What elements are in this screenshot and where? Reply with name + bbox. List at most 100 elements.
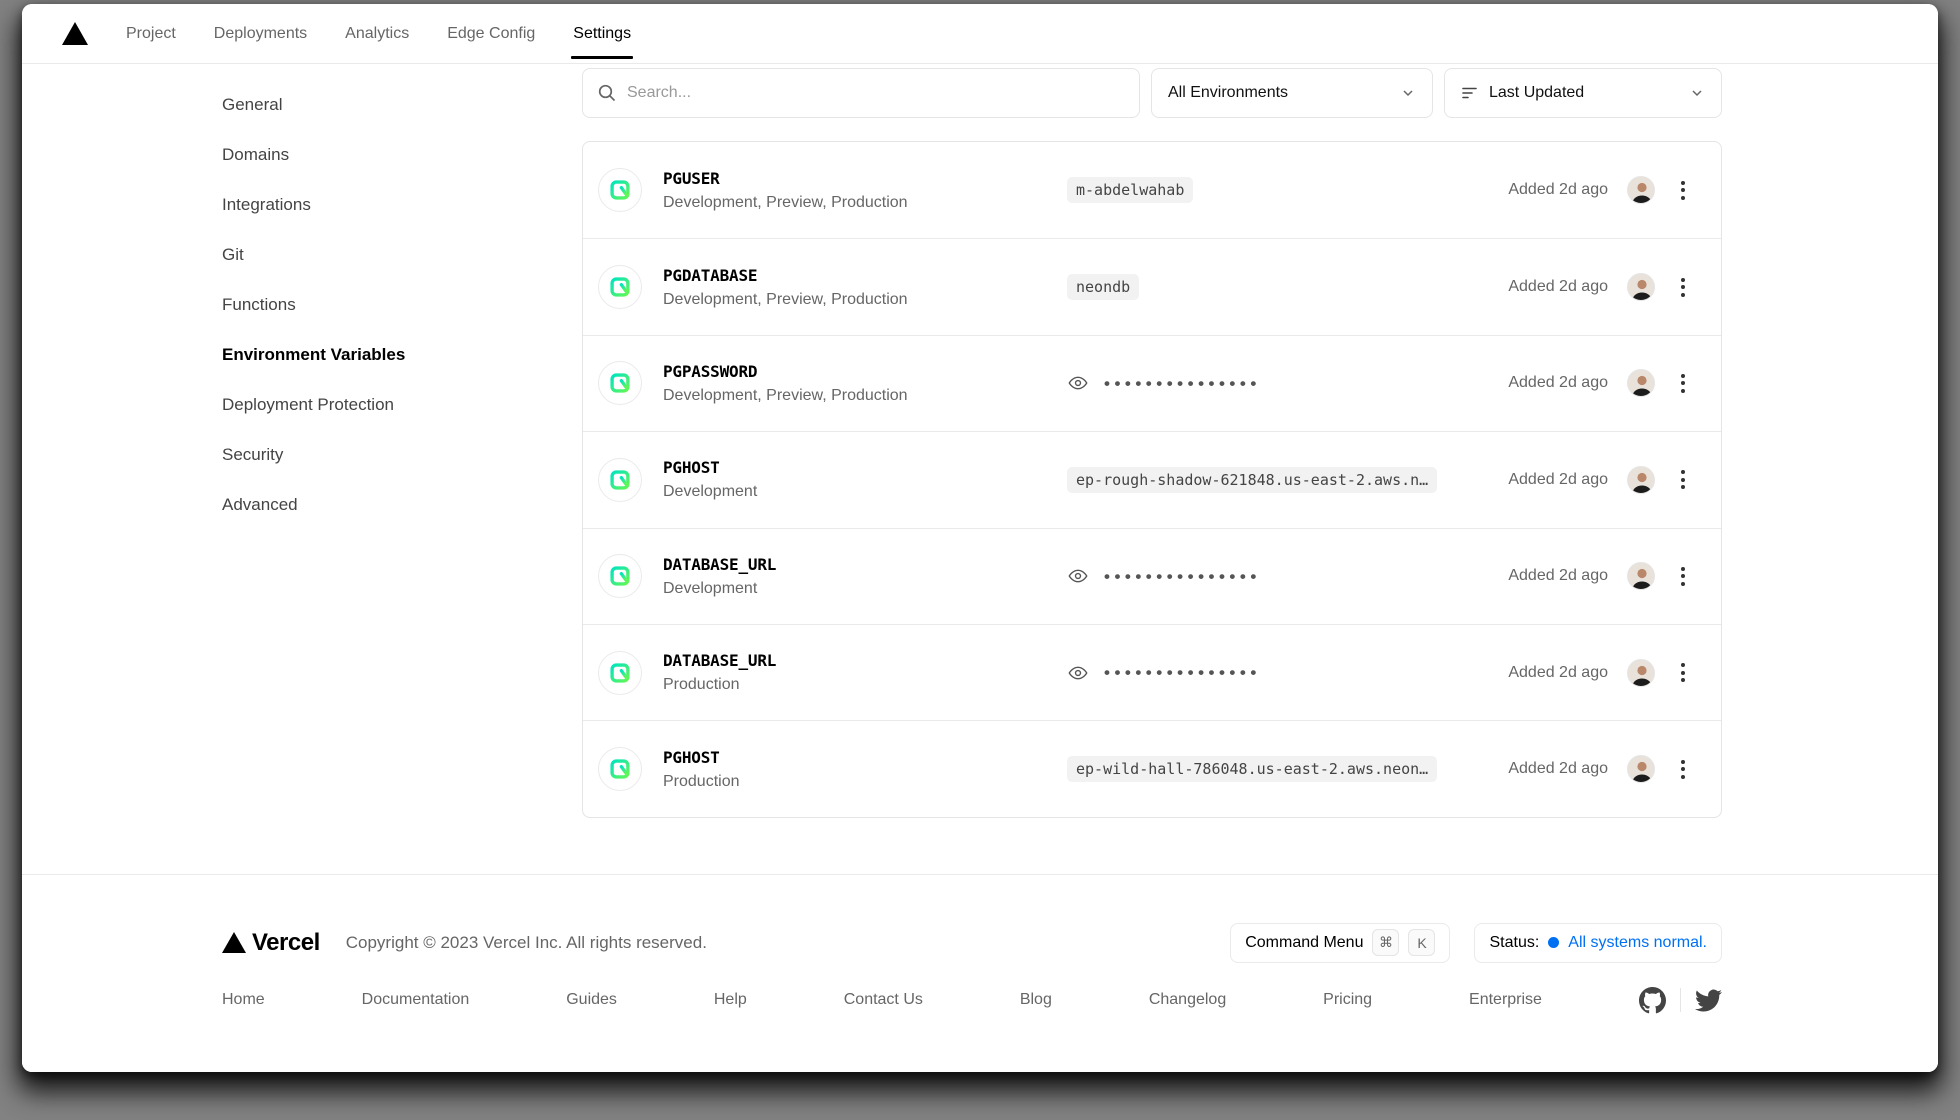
- eye-icon[interactable]: [1067, 565, 1089, 587]
- avatar: [1627, 659, 1655, 687]
- sidebar-item-security[interactable]: Security: [222, 430, 582, 480]
- status-dot-icon: [1548, 937, 1559, 948]
- footer-link-documentation[interactable]: Documentation: [362, 991, 470, 1009]
- status-widget[interactable]: Status: All systems normal.: [1474, 923, 1722, 963]
- sidebar-item-environment-variables[interactable]: Environment Variables: [222, 330, 582, 380]
- k-key: K: [1408, 929, 1435, 956]
- env-var-environments: Development, Preview, Production: [663, 291, 1067, 309]
- status-value: All systems normal.: [1568, 934, 1707, 952]
- command-menu-button[interactable]: Command Menu ⌘ K: [1230, 923, 1450, 963]
- table-row: PGHOST Development ep-rough-shadow-62184…: [583, 431, 1721, 527]
- tab-settings[interactable]: Settings: [573, 4, 631, 63]
- tab-analytics[interactable]: Analytics: [345, 4, 409, 63]
- table-row: PGDATABASE Development, Preview, Product…: [583, 238, 1721, 334]
- eye-icon[interactable]: [1067, 372, 1089, 394]
- social-divider: [1680, 988, 1681, 1012]
- env-var-environments: Development: [663, 580, 1067, 598]
- sidebar-item-integrations[interactable]: Integrations: [222, 180, 582, 230]
- env-var-name: DATABASE_URL: [663, 651, 1067, 670]
- kebab-menu-icon[interactable]: [1673, 176, 1693, 204]
- vercel-wordmark: Vercel: [252, 929, 320, 957]
- env-var-value-chip: neondb: [1067, 274, 1139, 300]
- avatar: [1627, 369, 1655, 397]
- footer-link-guides[interactable]: Guides: [566, 991, 617, 1009]
- footer-link-blog[interactable]: Blog: [1020, 991, 1052, 1009]
- neon-integration-icon: [598, 361, 642, 405]
- added-timestamp: Added 2d ago: [1508, 664, 1608, 682]
- env-var-value-chip: ep-rough-shadow-621848.us-east-2.aws.n…: [1067, 467, 1437, 493]
- twitter-icon[interactable]: [1695, 987, 1722, 1014]
- top-navigation: Project Deployments Analytics Edge Confi…: [22, 4, 1938, 64]
- added-timestamp: Added 2d ago: [1508, 278, 1608, 296]
- added-timestamp: Added 2d ago: [1508, 471, 1608, 489]
- chevron-down-icon: [1400, 85, 1416, 101]
- footer-links: Home Documentation Guides Help Contact U…: [222, 987, 1722, 1072]
- hidden-value-dots: •••••••••••••••: [1104, 664, 1261, 681]
- command-key: ⌘: [1372, 929, 1399, 956]
- chevron-down-icon: [1689, 85, 1705, 101]
- search-input[interactable]: [627, 84, 1125, 102]
- footer-link-enterprise[interactable]: Enterprise: [1469, 991, 1542, 1009]
- sidebar-item-domains[interactable]: Domains: [222, 130, 582, 180]
- env-var-name: PGDATABASE: [663, 266, 1067, 285]
- table-row: DATABASE_URL Development •••••••••••••••: [583, 528, 1721, 624]
- copyright-text: Copyright © 2023 Vercel Inc. All rights …: [346, 933, 707, 953]
- avatar: [1627, 755, 1655, 783]
- env-var-value-chip: ep-wild-hall-786048.us-east-2.aws.neon…: [1067, 756, 1437, 782]
- sidebar-item-deployment-protection[interactable]: Deployment Protection: [222, 380, 582, 430]
- sort-dropdown[interactable]: Last Updated: [1444, 68, 1722, 118]
- environments-filter-dropdown[interactable]: All Environments: [1151, 68, 1433, 118]
- env-variables-table: PGUSER Development, Preview, Production …: [582, 141, 1722, 818]
- tab-project[interactable]: Project: [126, 4, 176, 63]
- env-var-environments: Development, Preview, Production: [663, 194, 1067, 212]
- sidebar-item-general[interactable]: General: [222, 80, 582, 130]
- table-row: PGUSER Development, Preview, Production …: [583, 142, 1721, 238]
- table-row: PGPASSWORD Development, Preview, Product…: [583, 335, 1721, 431]
- hidden-value-dots: •••••••••••••••: [1104, 568, 1261, 585]
- kebab-menu-icon[interactable]: [1673, 273, 1693, 301]
- added-timestamp: Added 2d ago: [1508, 760, 1608, 778]
- eye-icon[interactable]: [1067, 662, 1089, 684]
- kebab-menu-icon[interactable]: [1673, 755, 1693, 783]
- env-var-name: PGUSER: [663, 169, 1067, 188]
- tab-deployments[interactable]: Deployments: [214, 4, 307, 63]
- footer-link-contact-us[interactable]: Contact Us: [844, 991, 923, 1009]
- neon-integration-icon: [598, 168, 642, 212]
- neon-integration-icon: [598, 747, 642, 791]
- tab-edge-config[interactable]: Edge Config: [447, 4, 535, 63]
- search-box[interactable]: [582, 68, 1140, 118]
- neon-integration-icon: [598, 554, 642, 598]
- added-timestamp: Added 2d ago: [1508, 567, 1608, 585]
- avatar: [1627, 273, 1655, 301]
- kebab-menu-icon[interactable]: [1673, 562, 1693, 590]
- search-icon: [597, 83, 617, 103]
- neon-integration-icon: [598, 265, 642, 309]
- environment-variables-content: All Environments Last Updated: [582, 64, 1722, 874]
- sidebar-item-functions[interactable]: Functions: [222, 280, 582, 330]
- avatar: [1627, 466, 1655, 494]
- sidebar-item-advanced[interactable]: Advanced: [222, 480, 582, 530]
- env-var-environments: Development, Preview, Production: [663, 387, 1067, 405]
- vercel-footer-logo-icon: [222, 932, 246, 953]
- hidden-value-dots: •••••••••••••••: [1104, 375, 1261, 392]
- footer-link-pricing[interactable]: Pricing: [1323, 991, 1372, 1009]
- footer-link-changelog[interactable]: Changelog: [1149, 991, 1226, 1009]
- nav-tabs: Project Deployments Analytics Edge Confi…: [126, 4, 631, 63]
- status-label: Status:: [1489, 934, 1539, 952]
- sidebar-item-git[interactable]: Git: [222, 230, 582, 280]
- env-var-name: PGHOST: [663, 458, 1067, 477]
- kebab-menu-icon[interactable]: [1673, 369, 1693, 397]
- sort-icon: [1461, 85, 1479, 101]
- footer-link-home[interactable]: Home: [222, 991, 265, 1009]
- github-icon[interactable]: [1639, 987, 1666, 1014]
- kebab-menu-icon[interactable]: [1673, 466, 1693, 494]
- vercel-logo-icon[interactable]: [62, 22, 88, 45]
- filter-toolbar: All Environments Last Updated: [582, 68, 1722, 118]
- added-timestamp: Added 2d ago: [1508, 374, 1608, 392]
- avatar: [1627, 176, 1655, 204]
- footer-link-help[interactable]: Help: [714, 991, 747, 1009]
- browser-window: Project Deployments Analytics Edge Confi…: [22, 4, 1938, 1072]
- env-var-environments: Development: [663, 483, 1067, 501]
- settings-sidebar: General Domains Integrations Git Functio…: [222, 64, 582, 874]
- kebab-menu-icon[interactable]: [1673, 659, 1693, 687]
